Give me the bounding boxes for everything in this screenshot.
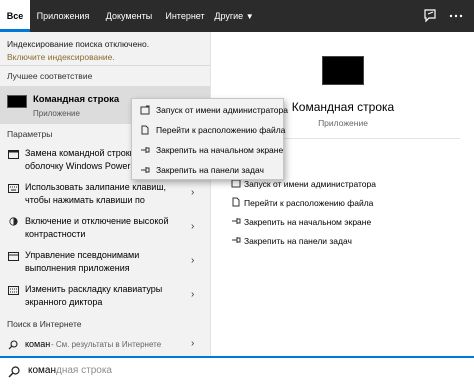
pin-taskbar-icon [232,237,241,243]
pin-icon [232,218,241,224]
menu-item-pin-taskbar[interactable]: Закрепить на панели задач [132,160,283,180]
web-search-item[interactable]: коман - См. результаты в Интернете › [0,334,210,356]
chevron-right-icon: › [191,289,195,300]
keyboard-icon [8,184,19,193]
chevron-right-icon: › [191,187,195,198]
setting-item[interactable]: Управление псевдонимами выполнения прило… [0,248,210,276]
setting-label-line2: чтобы нажимать клавиши по [25,195,145,205]
setting-item[interactable]: Включение и отключение высокой контрастн… [0,214,210,242]
menu-item-label: Закрепить на начальном экране [156,145,284,155]
terminal-setting-icon [8,150,19,159]
best-match-heading: Лучшее соответствие [7,71,93,81]
preview-action-label: Запуск от имени администратора [244,179,376,189]
tab-web[interactable]: Интернет [160,0,210,32]
file-location-icon [141,125,149,135]
pin-taskbar-icon [141,167,150,173]
tab-more-label: Другие [214,11,244,21]
preview-action[interactable]: Перейти к расположению файла [211,195,474,211]
tab-apps[interactable]: Приложения [33,0,93,32]
pin-icon [141,147,150,153]
best-match-subtitle: Приложение [33,109,80,118]
setting-label: Изменить раскладку клавиатуры [25,284,163,294]
chevron-right-icon: › [191,255,195,266]
menu-item-file-location[interactable]: Перейти к расположению файла [132,120,286,140]
setting-label: Использовать залипание клавиш, [25,182,167,192]
context-menu: Запуск от имени администратора Перейти к… [131,98,288,180]
preview-action[interactable]: Закрепить на начальном экране [211,214,474,230]
tab-more[interactable]: Другие ▼ [212,0,256,32]
web-query: коман [25,339,51,349]
preview-action-label: Закрепить на начальном экране [244,217,372,227]
preview-action[interactable]: Закрепить на панели задач [211,233,474,249]
chevron-right-icon: › [191,221,195,232]
divider [0,65,210,66]
run-as-admin-icon [140,105,150,115]
menu-item-label: Запуск от имени администратора [156,105,288,115]
settings-heading: Параметры [7,129,53,139]
chevron-right-icon: › [191,338,195,349]
preview-action-label: Закрепить на панели задач [244,236,352,246]
search-typed-text: коман [28,365,57,376]
more-options-icon[interactable] [446,6,466,26]
setting-label-line2: выполнения приложения [25,263,130,273]
search-icon [8,366,20,378]
setting-item[interactable]: Использовать залипание клавиш, чтобы наж… [0,180,210,208]
tab-all[interactable]: Все [0,0,30,32]
chevron-down-icon: ▼ [245,12,254,21]
setting-item[interactable]: Изменить раскладку клавиатуры экранного … [0,282,210,310]
search-scope-tabs: Все Приложения Документы Интернет Другие… [0,0,474,32]
menu-item-pin-start[interactable]: Закрепить на начальном экране [132,140,283,160]
search-autocomplete-text: дная строка [56,365,112,376]
enable-indexing-link[interactable]: Включите индексирование. [7,52,115,62]
feedback-icon[interactable] [420,6,440,26]
web-search-heading: Поиск в Интернете [7,319,82,329]
search-box[interactable]: командная строка [0,356,474,386]
tab-documents[interactable]: Документы [100,0,158,32]
command-prompt-large-icon [322,56,364,85]
preview-pane: Командная строка Приложение Запуск от им… [210,32,474,356]
menu-item-label: Перейти к расположению файла [156,125,286,135]
app-alias-icon [8,252,19,261]
preview-action-label: Перейти к расположению файла [244,198,374,208]
file-location-icon [232,197,240,207]
contrast-icon [9,217,18,226]
best-match-title: Командная строка [33,94,120,105]
setting-label-line2: экранного диктора [25,297,103,307]
narrator-keyboard-icon [8,286,19,295]
search-icon [8,340,18,350]
setting-label-line2: контрастности [25,229,86,239]
index-notice: Индексирование поиска отключено. [7,39,150,49]
web-hint: - См. результаты в Интернете [51,340,162,349]
command-prompt-icon [7,95,27,108]
results-list: Индексирование поиска отключено. Включит… [0,32,210,356]
menu-item-label: Закрепить на панели задач [156,165,264,175]
setting-label: Включение и отключение высокой [25,216,169,226]
menu-item-run-as-admin[interactable]: Запуск от имени администратора [132,100,288,120]
search-input[interactable]: командная строка [28,365,112,376]
setting-label: Управление псевдонимами [25,250,140,260]
